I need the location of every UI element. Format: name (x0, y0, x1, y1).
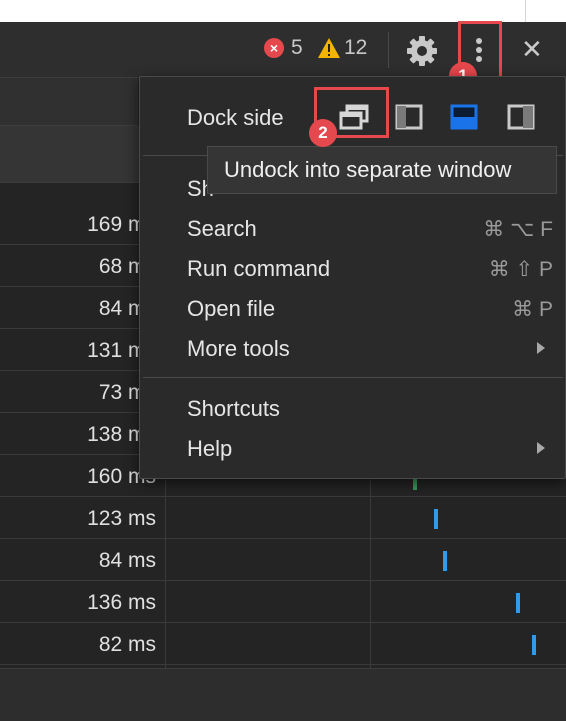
row-time: 82 ms (98, 633, 156, 656)
menu-item-shortcuts[interactable]: Shortcuts (187, 396, 280, 422)
table-row[interactable]: 136 ms (0, 581, 566, 623)
table-row[interactable]: 84 ms (0, 539, 566, 581)
menu-item-run-command[interactable]: Run command (187, 256, 330, 282)
dock-left-icon[interactable] (395, 104, 423, 130)
undock-tooltip: Undock into separate window (207, 146, 557, 194)
waterfall-bar (434, 509, 438, 529)
row-time: 84 ms (98, 549, 156, 572)
menu-item-help[interactable]: Help (187, 436, 232, 462)
menu-item-more-tools[interactable]: More tools (187, 336, 290, 362)
warning-count[interactable]: 12 (344, 36, 367, 60)
table-row[interactable]: 123 ms (0, 497, 566, 539)
window-top-strip (0, 0, 566, 22)
gear-icon[interactable] (406, 35, 438, 67)
scrollbar-hint (525, 0, 542, 22)
error-icon[interactable]: × (264, 38, 284, 58)
chevron-right-icon (537, 442, 545, 454)
chevron-right-icon (537, 342, 545, 354)
waterfall-bar (516, 593, 520, 613)
run-command-shortcut: ⌘ ⇧ P (488, 258, 553, 281)
error-count[interactable]: 5 (291, 36, 303, 60)
toolbar-divider (388, 32, 389, 68)
dock-right-icon[interactable] (507, 104, 535, 130)
close-icon[interactable]: ✕ (521, 36, 543, 62)
dock-bottom-icon[interactable] (450, 104, 478, 130)
annotation-badge-2: 2 (309, 119, 337, 147)
status-bar (0, 668, 566, 721)
menu-item-open-file[interactable]: Open file (187, 296, 275, 322)
panel-subbar (0, 78, 138, 126)
row-time: 123 ms (87, 507, 156, 530)
menu-item-search[interactable]: Search (187, 216, 257, 242)
menu-divider (143, 377, 563, 378)
table-row[interactable]: 82 ms (0, 623, 566, 665)
waterfall-bar (443, 551, 447, 571)
dock-side-label: Dock side (187, 105, 284, 130)
row-time: 136 ms (87, 591, 156, 614)
search-shortcut: ⌘ ⌥ F (483, 218, 553, 241)
open-file-shortcut: ⌘ P (512, 298, 553, 321)
waterfall-bar (532, 635, 536, 655)
warning-icon[interactable] (317, 37, 341, 59)
